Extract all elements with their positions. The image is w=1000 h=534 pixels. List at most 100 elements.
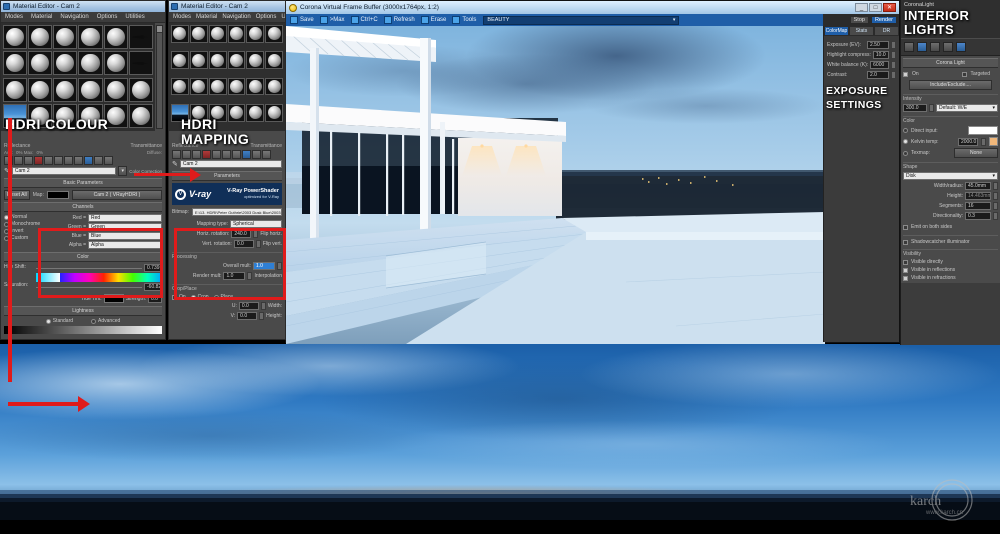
- material-slot[interactable]: [128, 51, 153, 76]
- tab-colormap[interactable]: ColorMap: [824, 26, 849, 36]
- show-end-result-icon[interactable]: [74, 156, 83, 165]
- material-type-button[interactable]: ▾: [118, 166, 128, 176]
- create-tab-icon[interactable]: [904, 42, 914, 53]
- material-slot[interactable]: [265, 51, 283, 70]
- material-slot[interactable]: [208, 51, 227, 70]
- to-max-button[interactable]: >Max: [318, 16, 347, 24]
- visible-directly-row[interactable]: Visible directly: [903, 259, 998, 265]
- channel-mapping-group[interactable]: Red = Red Green = Green Blue = Blue Alph…: [64, 214, 162, 249]
- radio-place-icon[interactable]: [213, 294, 219, 300]
- crop-u-value[interactable]: 0.0: [238, 302, 259, 310]
- visible-refractions-row[interactable]: Visible in refractions: [903, 275, 998, 281]
- radio-crop-icon[interactable]: [190, 294, 196, 300]
- assign-material-icon[interactable]: [14, 156, 23, 165]
- cvfb-render-controls[interactable]: Stop Render: [823, 14, 899, 26]
- copy-button[interactable]: Ctrl+C: [349, 16, 380, 24]
- utilities-tab-icon[interactable]: [956, 42, 966, 53]
- material-slot[interactable]: [246, 25, 265, 43]
- intensity-row[interactable]: 300.0 Default: W/E ▾: [903, 104, 998, 113]
- material-slot[interactable]: [3, 51, 28, 76]
- intensity-units-dropdown[interactable]: Default: W/E ▾: [936, 104, 998, 113]
- mapping-type-value[interactable]: Spherical: [230, 220, 282, 228]
- saturation-row[interactable]: -60.823: [36, 283, 162, 291]
- menu-options[interactable]: Options: [97, 14, 118, 20]
- put-to-library-icon[interactable]: [44, 156, 53, 165]
- material-slot[interactable]: [171, 51, 189, 70]
- place-radio[interactable]: Place: [213, 294, 233, 300]
- material-slot[interactable]: [28, 25, 53, 50]
- shadowcatcher-row[interactable]: Shadowcatcher illuminator: [903, 235, 998, 245]
- crop-on-toggle[interactable]: On: [172, 294, 186, 300]
- me-right-titlebar[interactable]: Material Editor - Cam 2: [169, 1, 285, 12]
- material-slot[interactable]: [3, 25, 28, 50]
- cvfb-settings-panel[interactable]: ColorMap Stats DR Exposure (EV): 2.50 Hi…: [823, 26, 899, 342]
- exposure-spinner[interactable]: [891, 41, 896, 49]
- map-value-button[interactable]: Cam 2 ( VRayHDRI ): [71, 190, 162, 200]
- highlight-compress-spinner[interactable]: [891, 51, 896, 59]
- assign-material-icon[interactable]: [182, 150, 191, 159]
- saturation-value[interactable]: -60.823: [144, 283, 162, 291]
- material-editor-left-window[interactable]: Material Editor - Cam 2 Modes Material N…: [0, 0, 166, 340]
- material-slot[interactable]: [189, 51, 208, 70]
- material-slot[interactable]: [128, 77, 153, 102]
- channel-mode-normal[interactable]: Normal: [4, 214, 62, 220]
- menu-navigation[interactable]: Navigation: [60, 14, 88, 20]
- radio-direct-input-icon[interactable]: [903, 128, 908, 134]
- material-editor-right-window[interactable]: Material Editor - Cam 2 Modes Material N…: [168, 0, 286, 340]
- channel-alpha-row[interactable]: Alpha = Alpha: [64, 241, 162, 249]
- reset-map-icon[interactable]: [24, 156, 33, 165]
- material-slot[interactable]: [53, 77, 78, 102]
- material-slot[interactable]: [53, 51, 78, 76]
- alpha-value[interactable]: Alpha: [88, 241, 162, 249]
- show-map-icon[interactable]: [232, 150, 241, 159]
- kelvin-spinner[interactable]: [981, 137, 986, 146]
- material-slot[interactable]: [128, 103, 153, 128]
- vert-rotation-spinner[interactable]: [255, 240, 261, 248]
- put-to-library-icon[interactable]: [212, 150, 221, 159]
- me-right-menubar[interactable]: Modes Material Navigation Options Utilit…: [169, 12, 285, 23]
- channel-mode-custom[interactable]: Custom: [4, 235, 62, 241]
- radio-kelvin-icon[interactable]: [903, 139, 908, 145]
- directionality-row[interactable]: Directionality: 0.3: [903, 212, 998, 221]
- visible-reflections-row[interactable]: Visible in reflections: [903, 267, 998, 273]
- material-slot[interactable]: [265, 25, 283, 43]
- crop-v-value[interactable]: 0.0: [237, 312, 258, 320]
- vert-rotation-row[interactable]: Vert. rotation: 0.0 Flip vert.: [172, 240, 282, 248]
- radio-texmap-icon[interactable]: [903, 150, 908, 156]
- stop-button[interactable]: Stop: [849, 16, 869, 24]
- crop-radio[interactable]: Crop: [190, 294, 209, 300]
- show-end-result-icon[interactable]: [242, 150, 251, 159]
- map-row[interactable]: Reset All Map: Cam 2 ( VRayHDRI ): [4, 190, 162, 200]
- hierarchy-tab-icon[interactable]: [930, 42, 940, 53]
- material-slot[interactable]: [103, 77, 128, 102]
- bitmap-row[interactable]: Bitmap: E:\13. HDRI\Peter Guthrie\2003 D…: [172, 208, 282, 216]
- directionality-spinner[interactable]: [993, 212, 998, 221]
- material-slot[interactable]: [53, 25, 78, 50]
- highlight-compress-value[interactable]: 10.0: [872, 51, 889, 59]
- get-material-icon[interactable]: [172, 150, 181, 159]
- material-slot-grid[interactable]: [169, 23, 285, 131]
- crop-options-row[interactable]: On Crop Place: [172, 294, 282, 300]
- kelvin-color-swatch[interactable]: [989, 137, 998, 147]
- hue-tint-row[interactable]: Hue Tint: Strength: 0.0: [36, 294, 162, 303]
- material-slot[interactable]: [78, 77, 103, 102]
- material-slot[interactable]: [246, 51, 265, 70]
- checkbox-on-icon[interactable]: [903, 71, 908, 77]
- checkbox-visible-directly-icon[interactable]: [903, 259, 908, 265]
- delete-icon[interactable]: [34, 156, 43, 165]
- material-slot[interactable]: [227, 25, 246, 43]
- tab-dr[interactable]: DR: [874, 26, 899, 36]
- material-slot[interactable]: [171, 77, 189, 96]
- material-slot[interactable]: [227, 51, 246, 70]
- material-slot[interactable]: [265, 77, 283, 96]
- render-pass-dropdown[interactable]: BEAUTY ▾: [483, 15, 680, 25]
- texmap-row[interactable]: Texmap: None: [903, 148, 998, 159]
- pick-material-icon[interactable]: [262, 150, 271, 159]
- material-slot[interactable]: [103, 51, 128, 76]
- channel-green-row[interactable]: Green = Green: [64, 223, 162, 231]
- vert-rotation-value[interactable]: 0.0: [233, 240, 254, 248]
- kelvin-row[interactable]: Kelvin temp: 2000.0: [903, 137, 998, 147]
- light-on-row[interactable]: On Targeted: [903, 71, 998, 77]
- window-buttons[interactable]: _ □ ✕: [855, 3, 896, 12]
- saturation-slider-track[interactable]: [36, 286, 142, 288]
